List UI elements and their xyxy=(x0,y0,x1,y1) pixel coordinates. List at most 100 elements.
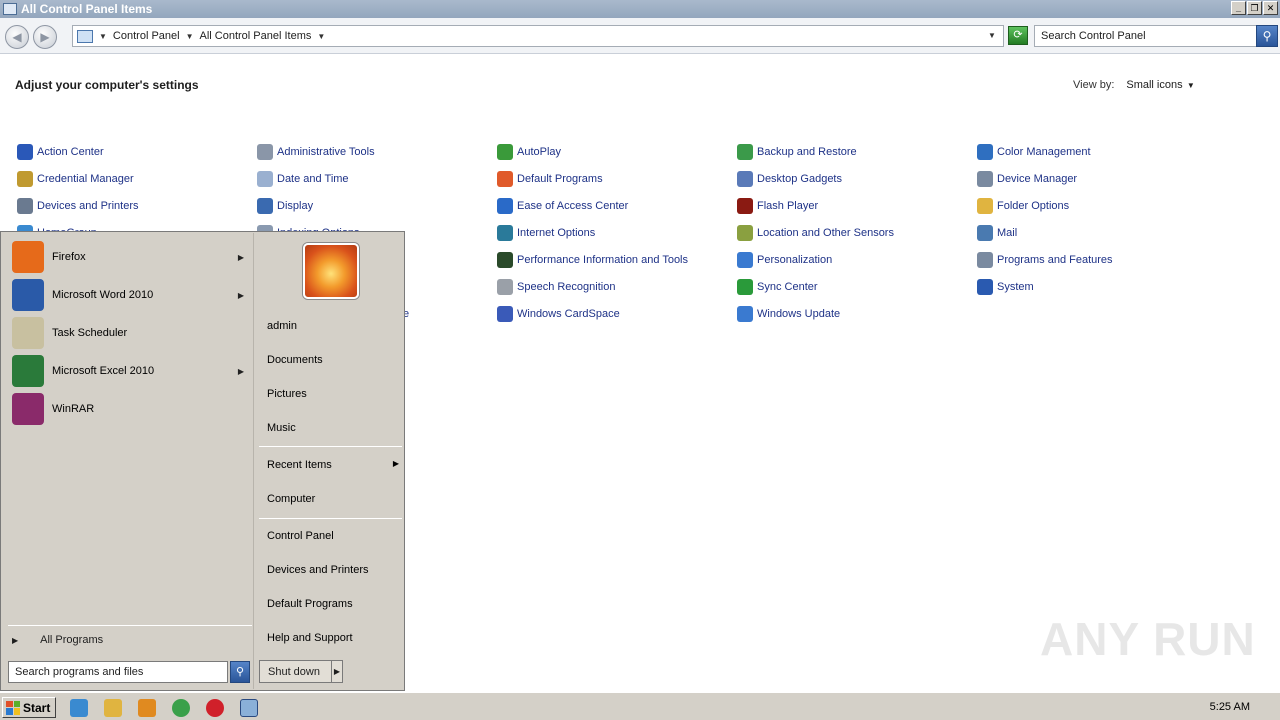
item-label[interactable]: System xyxy=(997,281,1034,293)
item-label[interactable]: Default Programs xyxy=(517,173,603,185)
search-input[interactable]: Search Control Panel xyxy=(1034,25,1257,47)
item-label[interactable]: Windows Update xyxy=(757,308,840,320)
back-button[interactable]: ◀ xyxy=(5,25,29,49)
chevron-down-icon[interactable]: ▼ xyxy=(317,32,325,41)
control-panel-item[interactable]: Windows Update xyxy=(737,306,840,322)
file-explorer-icon[interactable] xyxy=(104,699,122,717)
default-programs-link[interactable]: Default Programs xyxy=(267,598,353,610)
control-panel-item[interactable]: Device Manager xyxy=(977,171,1077,187)
control-panel-item[interactable]: AutoPlay xyxy=(497,144,561,160)
control-panel-item[interactable]: Date and Time xyxy=(257,171,349,187)
control-panel-item[interactable]: Personalization xyxy=(737,252,832,268)
item-label[interactable]: Devices and Printers xyxy=(37,200,139,212)
user-link[interactable]: admin xyxy=(267,320,297,332)
address-field[interactable]: ▼ Control Panel ▼ All Control Panel Item… xyxy=(72,25,1004,47)
control-panel-item[interactable]: Desktop Gadgets xyxy=(737,171,842,187)
start-program-item[interactable]: Microsoft Word 2010 ▶ xyxy=(12,277,252,313)
item-label[interactable]: Color Management xyxy=(997,146,1091,158)
forward-button[interactable]: ▶ xyxy=(33,25,57,49)
control-panel-item[interactable]: Sync Center xyxy=(737,279,818,295)
chrome-icon[interactable] xyxy=(172,699,190,717)
item-label[interactable]: Ease of Access Center xyxy=(517,200,628,212)
control-panel-link[interactable]: Control Panel xyxy=(267,530,334,542)
item-label[interactable]: Sync Center xyxy=(757,281,818,293)
item-label[interactable]: AutoPlay xyxy=(517,146,561,158)
item-label[interactable]: Windows CardSpace xyxy=(517,308,620,320)
help-support-link[interactable]: Help and Support xyxy=(267,632,353,644)
item-label[interactable]: Speech Recognition xyxy=(517,281,615,293)
chevron-down-icon[interactable]: ▼ xyxy=(99,32,107,41)
chevron-right-icon[interactable]: ▶ xyxy=(238,253,244,262)
control-panel-item[interactable]: Backup and Restore xyxy=(737,144,857,160)
chevron-down-icon[interactable]: ▼ xyxy=(1185,81,1195,90)
control-panel-item[interactable]: Mail xyxy=(977,225,1017,241)
control-panel-item[interactable]: Location and Other Sensors xyxy=(737,225,894,241)
control-panel-item[interactable]: Flash Player xyxy=(737,198,818,214)
breadcrumb-all-items[interactable]: All Control Panel Items xyxy=(200,30,312,42)
item-label[interactable]: Folder Options xyxy=(997,200,1069,212)
all-programs-button[interactable]: ▶ All Programs xyxy=(12,634,103,646)
breadcrumb-control-panel[interactable]: Control Panel xyxy=(113,30,180,42)
shutdown-options-button[interactable]: ▶ xyxy=(331,660,343,683)
documents-link[interactable]: Documents xyxy=(267,354,323,366)
item-label[interactable]: Administrative Tools xyxy=(277,146,375,158)
chevron-right-icon[interactable]: ▶ xyxy=(238,367,244,376)
item-label[interactable]: Desktop Gadgets xyxy=(757,173,842,185)
recent-items-label[interactable]: Recent Items xyxy=(267,459,332,471)
recent-items-link[interactable]: Recent Items ▶ xyxy=(267,459,399,471)
item-label[interactable]: Mail xyxy=(997,227,1017,239)
control-panel-item[interactable]: Credential Manager xyxy=(17,171,134,187)
item-label[interactable]: Internet Options xyxy=(517,227,595,239)
restore-button[interactable]: ❐ xyxy=(1247,1,1262,15)
chevron-down-icon[interactable]: ▼ xyxy=(186,32,194,41)
item-label[interactable]: Display xyxy=(277,200,313,212)
start-program-item[interactable]: WinRAR xyxy=(12,391,252,427)
internet-explorer-icon[interactable] xyxy=(70,699,88,717)
view-by-value[interactable]: Small icons xyxy=(1126,79,1182,91)
item-label[interactable]: Date and Time xyxy=(277,173,349,185)
control-panel-item[interactable]: Color Management xyxy=(977,144,1091,160)
control-panel-item[interactable]: Administrative Tools xyxy=(257,144,375,160)
start-button[interactable]: Start xyxy=(2,697,56,718)
item-label[interactable]: Backup and Restore xyxy=(757,146,857,158)
start-program-item[interactable]: Firefox ▶ xyxy=(12,239,252,275)
control-panel-item[interactable]: Devices and Printers xyxy=(17,198,139,214)
search-icon[interactable]: ⚲ xyxy=(1256,25,1278,47)
view-by-select[interactable]: Small icons ▼ xyxy=(1126,79,1194,91)
item-label[interactable]: Location and Other Sensors xyxy=(757,227,894,239)
item-label[interactable]: Action Center xyxy=(37,146,104,158)
avatar[interactable] xyxy=(303,243,359,299)
opera-icon[interactable] xyxy=(206,699,224,717)
start-program-item[interactable]: Microsoft Excel 2010 ▶ xyxy=(12,353,252,389)
refresh-button[interactable]: ⟳ xyxy=(1008,26,1028,45)
address-dropdown-icon[interactable]: ▼ xyxy=(988,31,996,40)
close-button[interactable]: ✕ xyxy=(1263,1,1278,15)
item-label[interactable]: Credential Manager xyxy=(37,173,134,185)
control-panel-item[interactable]: Performance Information and Tools xyxy=(497,252,688,268)
pictures-link[interactable]: Pictures xyxy=(267,388,307,400)
control-panel-item[interactable]: Display xyxy=(257,198,313,214)
minimize-button[interactable]: _ xyxy=(1231,1,1246,15)
control-panel-item[interactable]: Ease of Access Center xyxy=(497,198,628,214)
computer-link[interactable]: Computer xyxy=(267,493,315,505)
control-panel-item[interactable]: System xyxy=(977,279,1034,295)
item-label[interactable]: Device Manager xyxy=(997,173,1077,185)
control-panel-item[interactable]: Windows CardSpace xyxy=(497,306,620,322)
control-panel-item[interactable]: Folder Options xyxy=(977,198,1069,214)
music-link[interactable]: Music xyxy=(267,422,296,434)
search-icon[interactable]: ⚲ xyxy=(230,661,250,683)
control-panel-item[interactable]: Speech Recognition xyxy=(497,279,615,295)
item-label[interactable]: Performance Information and Tools xyxy=(517,254,688,266)
start-program-item[interactable]: Task Scheduler xyxy=(12,315,252,351)
devices-printers-link[interactable]: Devices and Printers xyxy=(267,564,369,576)
control-panel-item[interactable]: Internet Options xyxy=(497,225,595,241)
control-panel-item[interactable]: Programs and Features xyxy=(977,252,1113,268)
media-player-icon[interactable] xyxy=(138,699,156,717)
clock[interactable]: 5:25 AM xyxy=(1210,701,1250,713)
control-panel-item[interactable]: Default Programs xyxy=(497,171,603,187)
item-label[interactable]: Flash Player xyxy=(757,200,818,212)
control-panel-item[interactable]: Action Center xyxy=(17,144,104,160)
item-label[interactable]: Personalization xyxy=(757,254,832,266)
item-label[interactable]: Programs and Features xyxy=(997,254,1113,266)
control-panel-taskbar-icon[interactable] xyxy=(240,699,258,717)
